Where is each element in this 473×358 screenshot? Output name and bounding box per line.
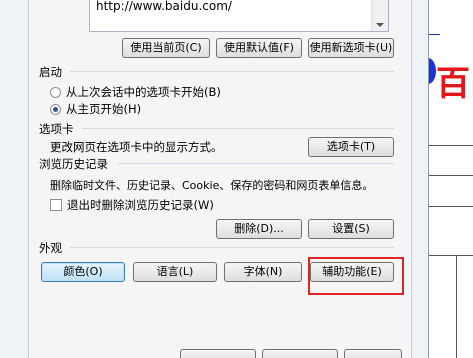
section-divider bbox=[118, 163, 394, 164]
tabs-button[interactable]: 选项卡(T) bbox=[308, 137, 394, 157]
apply-button[interactable] bbox=[344, 349, 402, 358]
history-title: 浏览历史记录 bbox=[39, 157, 108, 171]
divider bbox=[428, 206, 473, 207]
history-settings-button[interactable]: 设置(S) bbox=[308, 219, 394, 239]
colors-button[interactable]: 颜色(O) bbox=[41, 262, 125, 282]
languages-button[interactable]: 语言(L) bbox=[133, 262, 217, 282]
delete-on-exit-option[interactable]: 退出时删除浏览历史记录(W) bbox=[50, 197, 214, 213]
background-logo-text: 百 bbox=[436, 64, 470, 104]
fonts-button[interactable]: 字体(N) bbox=[224, 262, 302, 282]
section-divider bbox=[70, 71, 394, 72]
startup-title: 启动 bbox=[39, 65, 62, 79]
tabs-title: 选项卡 bbox=[39, 122, 74, 136]
radio-button-selected[interactable] bbox=[50, 103, 61, 115]
delete-on-exit-checkbox[interactable] bbox=[50, 199, 62, 211]
ok-button[interactable] bbox=[180, 349, 256, 358]
history-description: 删除临时文件、历史记录、Cookie、保存的密码和网页表单信息。 bbox=[50, 179, 374, 192]
startup-last-session-label: 从上次会话中的选项卡开始(B) bbox=[66, 85, 221, 99]
cancel-button[interactable] bbox=[262, 349, 338, 358]
use-current-button[interactable]: 使用当前页(C) bbox=[122, 38, 210, 58]
home-page-scrollbar[interactable] bbox=[371, 0, 388, 31]
divider bbox=[428, 34, 440, 35]
startup-home-page-option[interactable]: 从主页开始(H) bbox=[50, 101, 141, 117]
section-divider bbox=[70, 247, 394, 248]
divider bbox=[428, 145, 473, 146]
use-new-tab-button[interactable]: 使用新选项卡(U) bbox=[308, 38, 394, 58]
tabs-description: 更改网页在选项卡中的显示方式。 bbox=[50, 140, 223, 154]
divider bbox=[428, 175, 473, 176]
highlight-annotation bbox=[308, 257, 404, 295]
divider bbox=[428, 255, 473, 256]
appearance-title: 外观 bbox=[39, 241, 62, 255]
radio-button[interactable] bbox=[50, 86, 61, 98]
delete-history-button[interactable]: 删除(D)... bbox=[216, 219, 302, 239]
delete-on-exit-label: 退出时删除浏览历史记录(W) bbox=[67, 198, 214, 212]
startup-home-page-label: 从主页开始(H) bbox=[66, 102, 142, 116]
internet-options-dialog: http://www.baidu.com/ 使用当前页(C) 使用默认值(F) … bbox=[0, 0, 429, 358]
section-divider bbox=[82, 128, 394, 129]
use-default-button[interactable]: 使用默认值(F) bbox=[216, 38, 302, 58]
home-page-textarea[interactable]: http://www.baidu.com/ bbox=[89, 0, 389, 32]
scroll-down-icon[interactable] bbox=[376, 23, 384, 27]
divider bbox=[456, 255, 457, 358]
startup-last-session-option[interactable]: 从上次会话中的选项卡开始(B) bbox=[50, 84, 221, 100]
home-page-url: http://www.baidu.com/ bbox=[96, 0, 232, 13]
